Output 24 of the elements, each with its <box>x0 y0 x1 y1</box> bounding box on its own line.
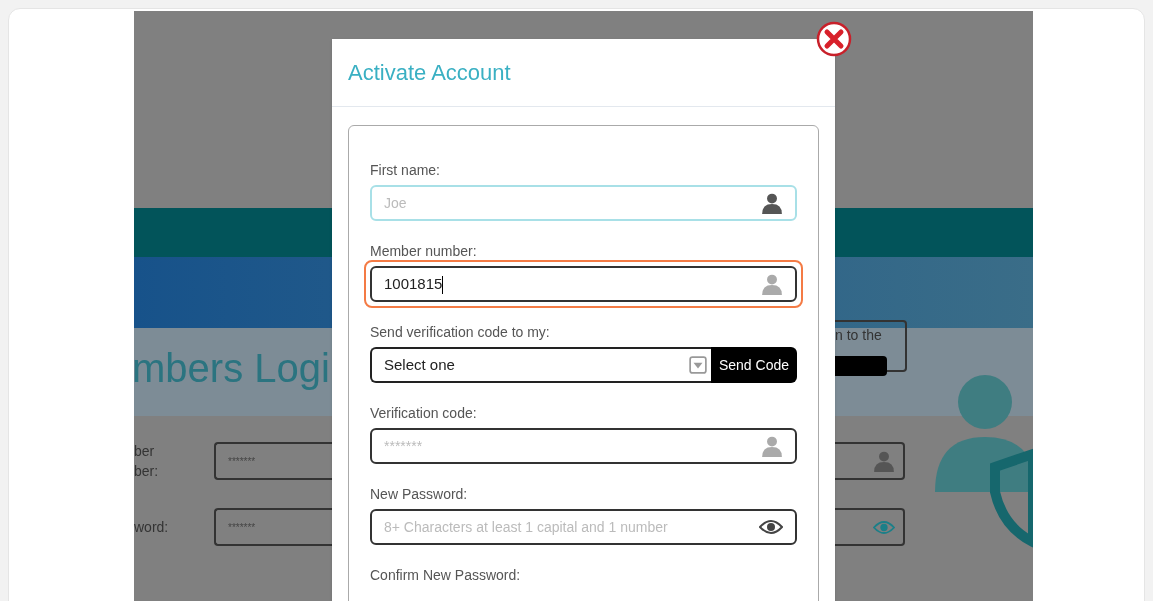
field-label: New Password: <box>370 485 469 504</box>
user-icon <box>873 450 895 472</box>
input-field[interactable]: Joe <box>370 185 797 221</box>
page-heading: mbers Logi <box>134 345 330 392</box>
notice-text: n to the <box>835 326 883 345</box>
send-code-button[interactable]: Send Code <box>710 347 797 383</box>
dropdown-caret-icon <box>688 356 707 374</box>
input-field[interactable]: 1001815 <box>370 266 797 302</box>
field-label: Send verification code to my: <box>370 323 551 342</box>
field-label: Member number: <box>370 242 478 261</box>
user-icon <box>761 273 783 295</box>
user-icon <box>761 435 783 457</box>
field-label: Confirm New Password: <box>370 566 522 585</box>
user-icon <box>761 192 783 214</box>
eye-icon[interactable] <box>759 519 783 535</box>
login-label: word: <box>134 518 170 537</box>
input-field[interactable]: 8+ Characters at least 1 capital and 1 number <box>370 509 797 545</box>
input-field[interactable]: ******* <box>370 428 797 464</box>
login-label: ber ber: <box>134 442 160 481</box>
field-label: First name: <box>370 161 441 180</box>
close-icon[interactable] <box>816 21 852 57</box>
modal-title: Activate Account <box>348 59 511 87</box>
field-label: Verification code: <box>370 404 478 423</box>
select-dropdown[interactable]: Select one <box>370 347 711 383</box>
